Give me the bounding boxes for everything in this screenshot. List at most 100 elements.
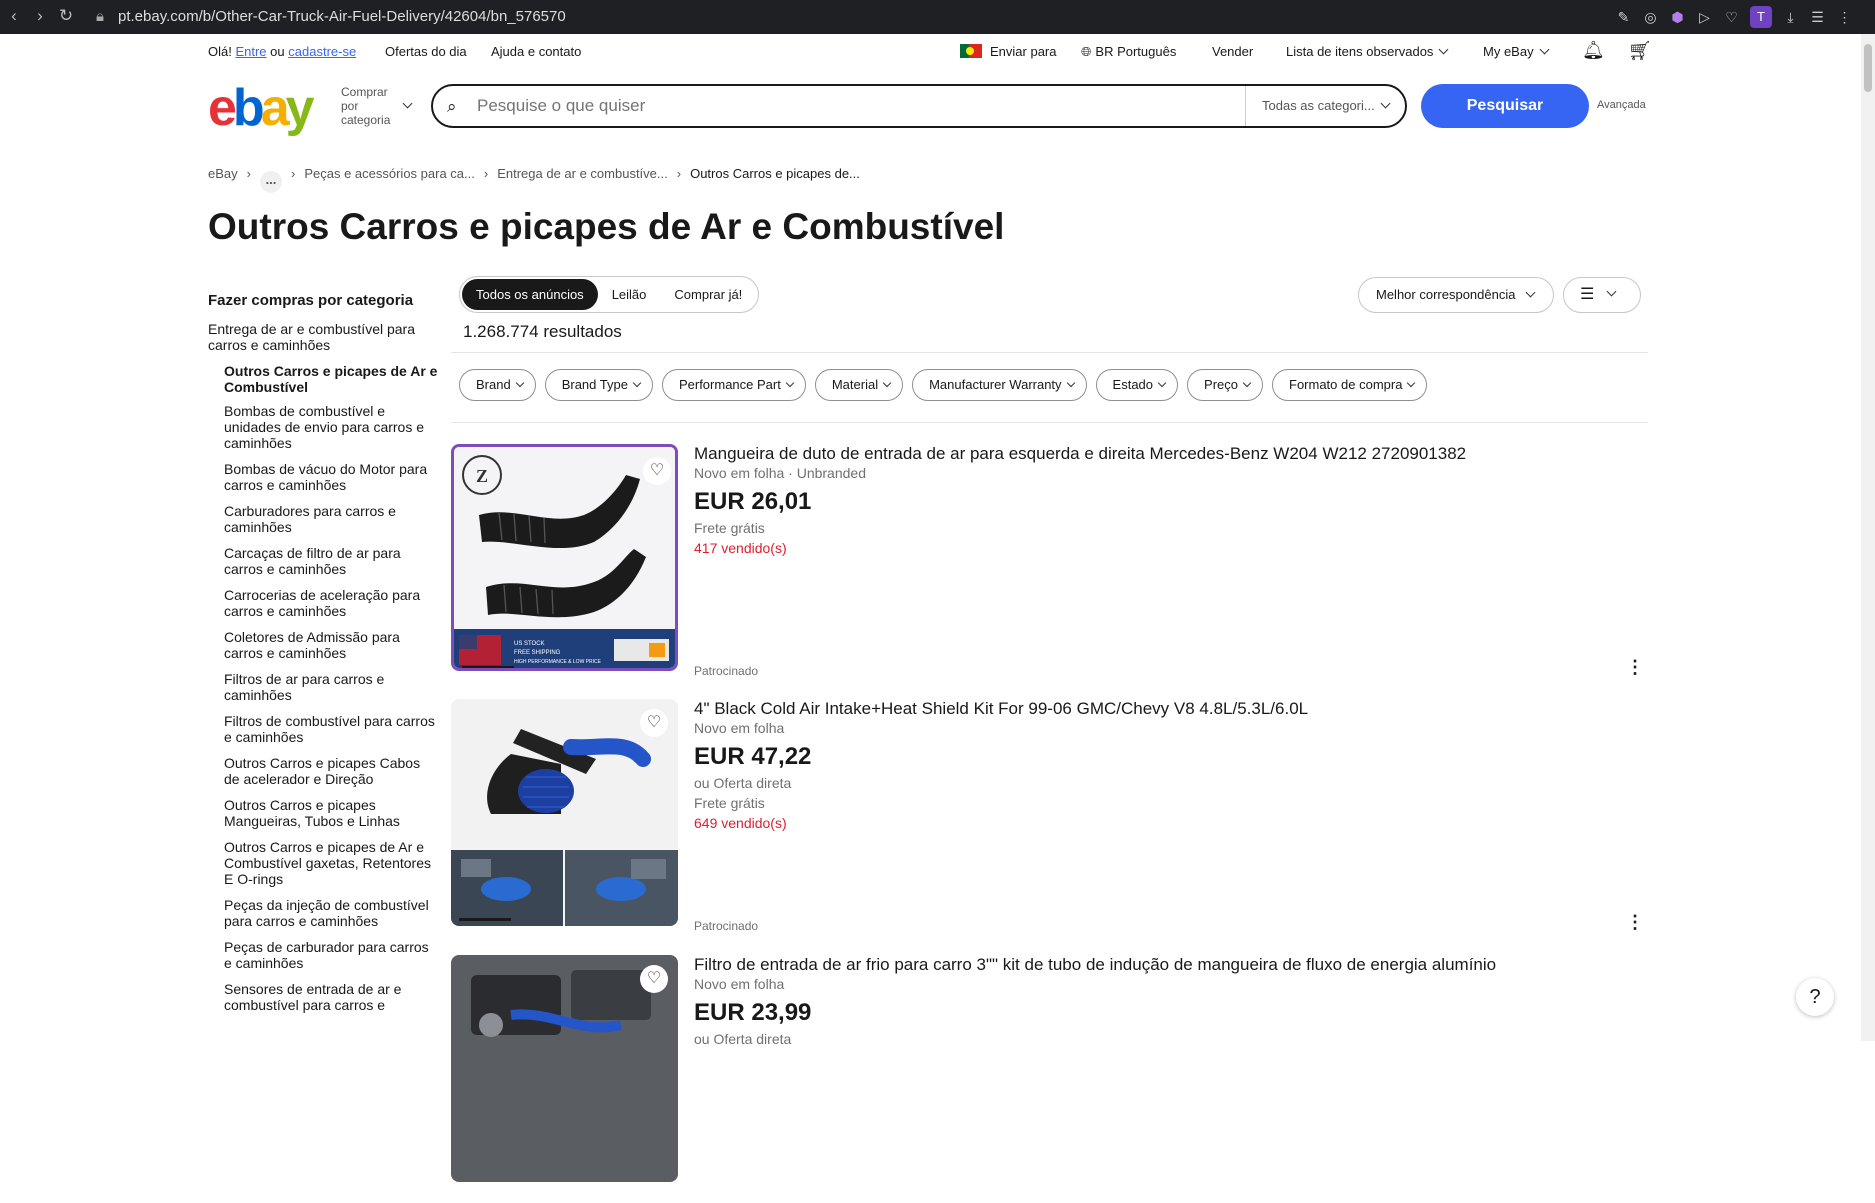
filter-brand-type[interactable]: Brand Type [544, 369, 653, 401]
ship-to-label: Enviar para [990, 44, 1057, 59]
register-link[interactable]: cadastre-se [288, 44, 356, 59]
watchlist-label: Lista de itens observados [1286, 44, 1434, 59]
list-item: ♡ Filtro de entrada de ar frio para carr… [451, 955, 1648, 1203]
sidebar-item[interactable]: Outros Carros e picapes Cabos de acelera… [224, 755, 438, 787]
item-offer: ou Oferta direta [694, 775, 792, 791]
image-carousel-indicator [462, 666, 514, 668]
sidebar-item[interactable]: Outros Carros e picapes Mangueiras, Tubo… [224, 797, 438, 829]
item-offer: ou Oferta direta [694, 1031, 792, 1047]
signin-link[interactable]: Entre [235, 44, 266, 59]
filter-buying-format[interactable]: Formato de compra [1272, 369, 1428, 401]
forward-icon[interactable]: › [30, 6, 50, 26]
sidebar-item[interactable]: Carrocerias de aceleração para carros e … [224, 587, 438, 619]
filter-material[interactable]: Material [814, 369, 904, 401]
item-image[interactable]: ♡ [451, 955, 678, 1182]
reload-icon[interactable]: ↻ [56, 6, 76, 26]
page-scrollbar[interactable] [1861, 34, 1875, 1041]
language-selector[interactable]: 🌐︎ BR Português [1081, 44, 1176, 60]
more-options-icon[interactable]: ⋮ [1626, 658, 1644, 676]
play-icon[interactable]: ▷ [1696, 8, 1713, 26]
sidebar-item[interactable]: Coletores de Admissão para carros e cami… [224, 629, 438, 661]
view-toggle-button[interactable]: ☰ [1563, 277, 1641, 313]
ship-to-button[interactable]: Enviar para [960, 44, 1056, 59]
watchlist-menu[interactable]: Lista de itens observados [1286, 44, 1449, 59]
my-ebay-menu[interactable]: My eBay [1483, 44, 1550, 59]
shield-icon[interactable]: ⬢ [1669, 8, 1686, 26]
watch-heart-icon[interactable]: ♡ [643, 457, 671, 485]
sidebar-item[interactable]: Bombas de combustível e unidades de envi… [224, 403, 438, 451]
item-title[interactable]: Mangueira de duto de entrada de ar para … [694, 444, 1466, 464]
sort-button[interactable]: Melhor correspondência [1358, 277, 1554, 313]
breadcrumb-parts[interactable]: Peças e acessórios para ca... [304, 166, 475, 181]
sidebar-item[interactable]: Filtros de ar para carros e caminhões [224, 671, 438, 703]
profile-avatar[interactable]: T [1750, 6, 1772, 28]
search-input[interactable] [477, 96, 1217, 116]
tab-buy-it-now[interactable]: Comprar já! [660, 279, 756, 310]
tab-all-listings[interactable]: Todos os anúncios [462, 279, 598, 310]
sell-link[interactable]: Vender [1212, 44, 1253, 59]
scrollbar-thumb[interactable] [1864, 44, 1872, 92]
address-bar[interactable]: 🔒︎ pt.ebay.com/b/Other-Car-Truck-Air-Fuel… [96, 6, 566, 28]
sidebar-item[interactable]: Bombas de vácuo do Motor para carros e c… [224, 461, 438, 493]
greeting-text: Olá! [208, 44, 232, 59]
divider [451, 352, 1648, 353]
item-image[interactable]: ♡ [451, 699, 678, 926]
download-icon[interactable]: ⤓ [1782, 8, 1799, 26]
breadcrumb-separator-icon: › [246, 166, 251, 181]
image-carousel-indicator [459, 918, 511, 921]
filter-price[interactable]: Preço [1187, 369, 1263, 401]
watch-heart-icon[interactable]: ♡ [640, 965, 668, 993]
item-title[interactable]: Filtro de entrada de ar frio para carro … [694, 955, 1496, 975]
edit-icon[interactable]: ✎ [1615, 8, 1632, 26]
breadcrumb-ebay[interactable]: eBay [208, 166, 238, 181]
breadcrumb: eBay ›... › Peças e acessórios para ca... › E… [208, 166, 860, 193]
chevron-down-icon [1526, 287, 1536, 298]
help-button[interactable]: ? [1796, 978, 1834, 1016]
sidebar-item[interactable]: Carburadores para carros e caminhões [224, 503, 438, 535]
kebab-icon[interactable]: ⋮ [1836, 8, 1853, 26]
filter-brand[interactable]: Brand [459, 369, 536, 401]
advanced-search-link[interactable]: Avançada [1597, 99, 1646, 111]
more-options-icon[interactable]: ⋮ [1626, 913, 1644, 931]
filter-manufacturer-warranty[interactable]: Manufacturer Warranty [912, 369, 1087, 401]
chevron-down-icon [402, 98, 413, 109]
sidebar-item[interactable]: Outros Carros e picapes de Ar e Combustí… [224, 839, 438, 887]
sidebar-item[interactable]: Carcaças de filtro de ar para carros e c… [224, 545, 438, 577]
heart-icon[interactable]: ♡ [1723, 8, 1740, 26]
sidebar-parent-category[interactable]: Entrega de ar e combustível para carros … [208, 321, 438, 353]
back-icon[interactable]: ‹ [4, 6, 24, 26]
item-sold-count: 649 vendido(s) [694, 815, 787, 831]
cart-icon[interactable]: 🛒︎ [1628, 39, 1652, 63]
image-caption-performance: HIGH PERFORMANCE & LOW PRICE [514, 659, 602, 665]
sidebar-item[interactable]: Peças de carburador para carros e caminh… [224, 939, 438, 971]
chevron-down-icon [1539, 44, 1550, 55]
sidebar-item[interactable]: Sensores de entrada de ar e combustível … [224, 981, 438, 1013]
shop-by-category-button[interactable]: Comprar por categoria [341, 85, 413, 127]
category-select[interactable]: Todas as categori... [1245, 86, 1405, 126]
breadcrumb-more-button[interactable]: ... [259, 171, 282, 193]
sidebar-item[interactable]: Peças da injeção de combustível para car… [224, 897, 438, 929]
tab-auction[interactable]: Leilão [598, 279, 661, 310]
item-condition: Novo em folha [694, 720, 785, 736]
help-contact-link[interactable]: Ajuda e contato [491, 44, 581, 59]
menu-icon[interactable]: ☰ [1809, 8, 1826, 26]
page-title: Outros Carros e picapes de Ar e Combustí… [208, 206, 1005, 247]
item-shipping: Frete grátis [694, 795, 765, 811]
ebay-logo[interactable]: ebay [208, 80, 315, 136]
notification-bell-icon[interactable]: 🔔︎ [1582, 40, 1605, 61]
product-image-hoses: Z US STOCK FREE SHIPPING HIGH PERFORMANC… [454, 447, 675, 668]
watch-heart-icon[interactable]: ♡ [640, 709, 668, 737]
daily-deals-link[interactable]: Ofertas do dia [385, 44, 467, 59]
camera-icon[interactable]: ◎ [1642, 8, 1659, 26]
item-image[interactable]: Z US STOCK FREE SHIPPING HIGH PERFORMANC… [451, 444, 678, 671]
filter-performance-part[interactable]: Performance Part [661, 369, 806, 401]
breadcrumb-air-fuel[interactable]: Entrega de ar e combustíve... [497, 166, 668, 181]
filter-condition[interactable]: Estado [1095, 369, 1179, 401]
search-button[interactable]: Pesquisar [1421, 84, 1589, 128]
category-sidebar: Fazer compras por categoria Entrega de a… [208, 292, 438, 1023]
item-price: EUR 47,22 [694, 743, 812, 770]
item-title[interactable]: 4" Black Cold Air Intake+Heat Shield Kit… [694, 699, 1308, 719]
item-price: EUR 23,99 [694, 999, 812, 1026]
sidebar-item[interactable]: Filtros de combustível para carros e cam… [224, 713, 438, 745]
list-item: ♡ 4" Black Cold Air Intake+Heat Shield K… [451, 699, 1648, 947]
